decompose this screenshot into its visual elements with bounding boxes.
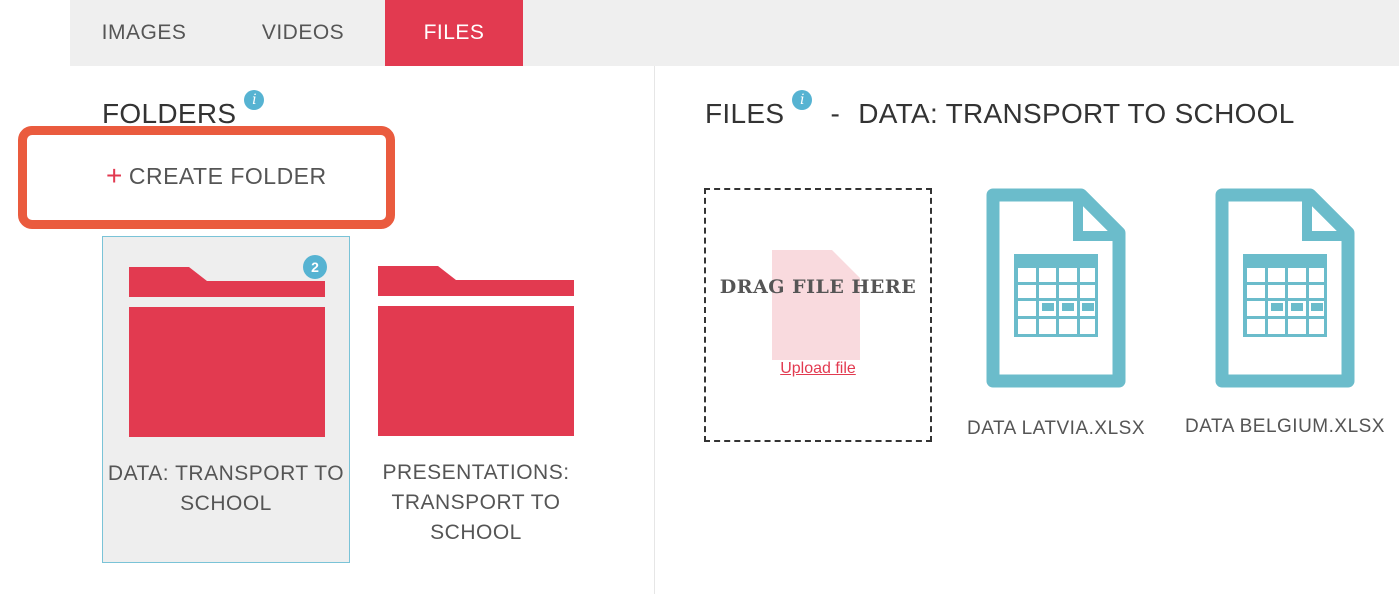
info-icon[interactable]: i xyxy=(244,90,265,110)
panel-divider xyxy=(654,66,655,594)
create-folder-label: CREATE FOLDER xyxy=(128,163,327,189)
create-folder-button[interactable]: + CREATE FOLDER xyxy=(106,160,327,192)
tab-images[interactable]: IMAGES xyxy=(94,0,194,66)
folders-title: FOLDERS xyxy=(102,98,237,129)
spreadsheet-icon xyxy=(986,188,1126,388)
files-heading: FILES i - DATA: TRANSPORT TO SCHOOL xyxy=(705,90,1295,130)
file-item[interactable]: DATA BELGIUM.XLSX xyxy=(1180,188,1390,442)
tab-videos[interactable]: VIDEOS xyxy=(248,0,358,66)
folder-icon xyxy=(378,266,574,436)
file-name: DATA LATVIA.XLSX xyxy=(966,418,1145,439)
folders-heading: FOLDERS i xyxy=(102,90,265,130)
files-title: FILES xyxy=(705,98,785,129)
upload-file-link[interactable]: Upload file xyxy=(706,360,930,378)
heading-separator: - xyxy=(830,98,841,129)
file-item[interactable]: DATA LATVIA.XLSX xyxy=(940,188,1172,444)
info-icon[interactable]: i xyxy=(792,90,813,110)
file-dropzone[interactable]: DRAG FILE HERE Upload file xyxy=(704,188,932,442)
current-folder-name: DATA: TRANSPORT TO SCHOOL xyxy=(858,98,1295,129)
tab-bar: IMAGES VIDEOS FILES xyxy=(70,0,1399,66)
folder-item-presentations-transport[interactable]: PRESENTATIONS: TRANSPORT TO SCHOOL xyxy=(352,236,600,563)
folder-count-badge: 2 xyxy=(303,255,327,279)
folder-label: PRESENTATIONS: TRANSPORT TO SCHOOL xyxy=(382,461,570,544)
file-icon xyxy=(772,250,860,360)
folder-label: DATA: TRANSPORT TO SCHOOL xyxy=(107,462,345,515)
folder-item-data-transport[interactable]: 2 DATA: TRANSPORT TO SCHOOL xyxy=(102,236,350,563)
dropzone-title: DRAG FILE HERE xyxy=(719,276,917,298)
spreadsheet-icon xyxy=(1215,188,1355,388)
tab-files[interactable]: FILES xyxy=(385,0,523,66)
file-name: DATA BELGIUM.XLSX xyxy=(1185,416,1385,437)
folder-icon xyxy=(129,267,325,437)
plus-icon: + xyxy=(106,160,123,191)
